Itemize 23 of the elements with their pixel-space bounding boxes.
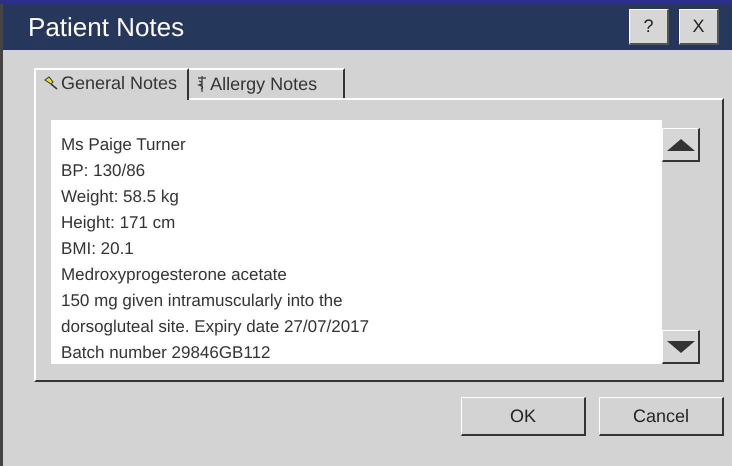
ok-button[interactable]: OK [461, 397, 586, 436]
note-line: BP: 130/86 [61, 160, 146, 182]
scroll-up-button[interactable] [662, 128, 700, 162]
note-line: Ms Paige Turner [61, 134, 187, 156]
caduceus-icon [197, 75, 208, 93]
up-arrow-icon [666, 138, 694, 150]
close-button[interactable]: X [679, 9, 719, 45]
tab[interactable]: General Notes [34, 68, 190, 100]
note-line: 150 mg given intramuscularly into the [61, 290, 344, 312]
down-arrow-icon [666, 340, 694, 352]
cancel-button[interactable]: Cancel [599, 397, 724, 436]
window-title: Patient Notes [28, 12, 184, 42]
note-line: Batch number 29846GB112 [61, 342, 272, 364]
note-line: BMI: 20.1 [61, 238, 135, 260]
note-line: Medroxyprogesterone acetate [61, 264, 288, 286]
scroll-down-button[interactable] [662, 330, 700, 364]
notes-text-area[interactable]: Ms Paige Turner BP: 130/86 Weight: 58.5 kg Height: 171 cm BMI: 20.1 Medroxyprogesterone acetate 150 mg given intramuscularly into the dorsogluteal site. Expiry date 27/07/2017 Batch number 29846GB112 [51, 120, 704, 366]
note-line: Height: 171 cm [61, 212, 176, 234]
note-line: dorsogluteal site. Expiry date 27/07/2017 [61, 316, 370, 338]
tab[interactable]: Allergy Notes [189, 68, 346, 98]
help-button[interactable]: ? [629, 9, 669, 45]
note-line: Weight: 58.5 kg [61, 186, 180, 208]
pushpin-icon [44, 76, 58, 90]
